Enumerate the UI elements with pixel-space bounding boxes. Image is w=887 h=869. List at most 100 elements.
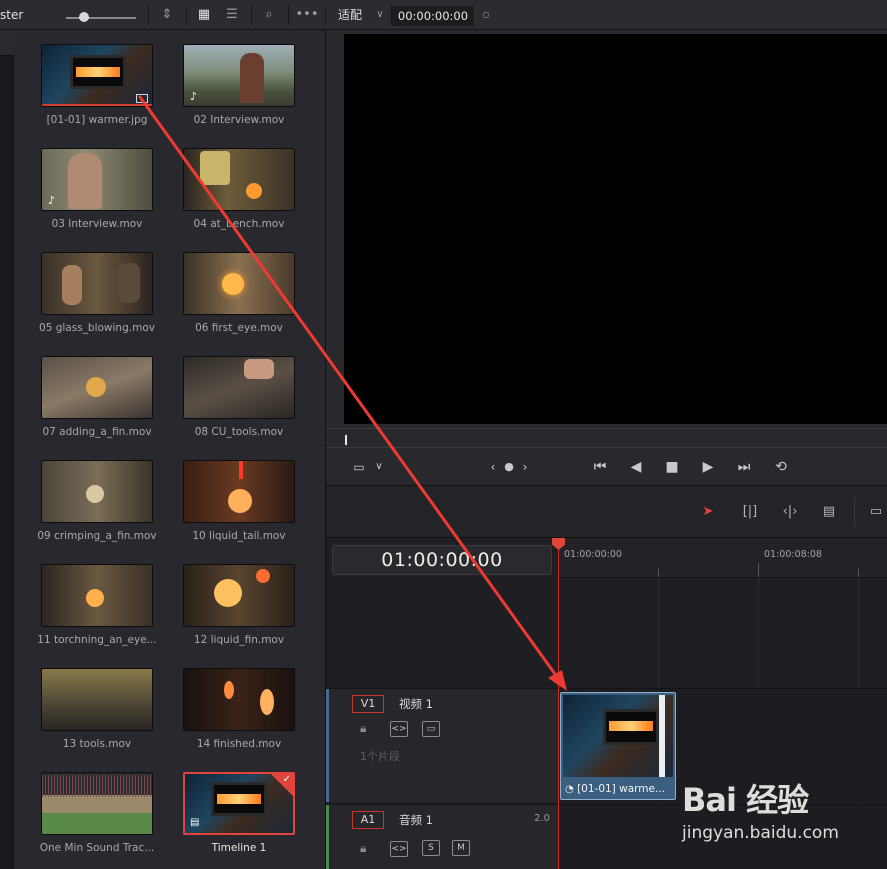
media-clip[interactable]: 11 torchning_an_eye... (33, 564, 161, 646)
media-clip[interactable]: 04 at_bench.mov (175, 148, 303, 230)
clip-name: 03 Interview.mov (51, 218, 143, 230)
media-clip[interactable]: ♪ 02 Interview.mov (175, 44, 303, 126)
clip-name: 04 at_bench.mov (193, 218, 285, 230)
watermark-url: jingyan.baidu.com (682, 823, 839, 843)
blade-tool-icon[interactable]: ▤ (816, 500, 842, 524)
track-enable-icon[interactable]: ▭ (422, 721, 440, 737)
clip-thumbnail (183, 460, 295, 523)
clip-name: 08 CU_tools.mov (194, 426, 284, 438)
clip-thumbnail (183, 148, 295, 211)
ruler-label: 01:00:08:08 (764, 549, 822, 560)
jog-right-icon[interactable]: › (518, 454, 532, 480)
lock-icon[interactable]: 🔒︎ (360, 841, 366, 856)
thumbnail-view-icon[interactable]: ▦ (193, 0, 215, 30)
scrubber-playhead[interactable] (345, 435, 347, 445)
media-pool: [01-01] warmer.jpg ♪ 02 Interview.mov ♪ … (14, 30, 325, 869)
viewer-mode-icon[interactable]: ▭ (348, 454, 370, 480)
clip-name: 14 finished.mov (196, 738, 282, 750)
viewer-panel: ▭ ∨ ‹ ● › ⏮ ◀ ■ ▶ ⏭ ⟲ (325, 30, 887, 485)
jog-dot-icon[interactable]: ● (502, 454, 516, 480)
track-color-bar (326, 689, 329, 802)
mute-button[interactable]: M (452, 840, 470, 856)
clip-thumbnail (183, 252, 295, 315)
watermark-logo: Bai 经验 (682, 781, 809, 819)
clip-thumbnail (183, 668, 295, 731)
clip-name: 02 Interview.mov (193, 114, 285, 126)
ruler-tick (858, 569, 859, 577)
track-name-a1[interactable]: 音频 1 (399, 812, 433, 828)
linked-clip-icon (136, 94, 148, 103)
chevron-down-icon[interactable]: ∨ (372, 454, 386, 480)
media-clip[interactable]: 10 liquid_tail.mov (175, 460, 303, 542)
viewer-scrubber[interactable] (326, 428, 887, 448)
selected-check-icon: ✓ (271, 774, 293, 796)
auto-select-icon[interactable]: <> (390, 841, 408, 857)
clip-thumbnail (563, 695, 673, 777)
zoom-select[interactable]: 适配 (338, 0, 362, 30)
media-clip[interactable]: 08 CU_tools.mov (175, 356, 303, 438)
more-options-icon[interactable]: ••• (295, 0, 319, 30)
clip-name: 05 glass_blowing.mov (39, 322, 155, 334)
dynamic-trim-icon[interactable]: ‹|› (776, 500, 804, 524)
timeline-playhead-line[interactable] (558, 538, 559, 869)
trim-tool-icon[interactable]: [|] (734, 500, 766, 524)
loop-icon[interactable]: ⟲ (770, 454, 792, 480)
clip-thumbnail (41, 252, 153, 315)
stop-icon[interactable]: ■ (662, 454, 682, 480)
reverse-play-icon[interactable]: ◀ (626, 454, 646, 480)
status-dot-icon: ○ (482, 10, 490, 19)
insert-clip-icon[interactable]: ▭ (864, 500, 887, 524)
media-clip[interactable]: 05 glass_blowing.mov (33, 252, 161, 334)
selection-tool-icon[interactable]: ➤ (698, 500, 718, 524)
timeline-video-clip[interactable]: ◔ [01-01] warme... (560, 692, 676, 800)
clip-thumbnail: ♪ (183, 44, 295, 107)
media-clip[interactable]: 13 tools.mov (33, 668, 161, 750)
audio-note-icon: ♪ (190, 90, 198, 103)
slider-knob[interactable] (79, 12, 89, 22)
skip-to-start-icon[interactable]: ⏮ (588, 454, 612, 480)
track-name-v1[interactable]: 视频 1 (399, 696, 433, 712)
jog-left-icon[interactable]: ‹ (486, 454, 500, 480)
media-clip[interactable]: 12 liquid_fin.mov (175, 564, 303, 646)
thumbnail-size-slider[interactable] (66, 17, 136, 19)
track-header-v1: V1 视频 1 🔒︎ <> ▭ 1个片段 (326, 688, 558, 802)
lock-icon[interactable]: 🔒︎ (360, 721, 366, 736)
timeline-ruler[interactable]: 01:00:00:00 01:00:08:08 (558, 538, 887, 578)
clip-name: 06 first_eye.mov (195, 322, 283, 334)
media-clip[interactable]: 09 crimping_a_fin.mov (33, 460, 161, 542)
list-view-icon[interactable]: ☰ (221, 0, 243, 30)
timeline-toolbar: ➤ [|] ‹|› ▤ ▭ (325, 485, 887, 537)
media-clip[interactable]: 14 finished.mov (175, 668, 303, 750)
clip-name: 10 liquid_tail.mov (192, 530, 286, 542)
media-clip[interactable]: One Min Sound Trac... (33, 772, 161, 854)
left-sidebar-strip (0, 30, 14, 869)
audio-waveform-thumbnail (41, 772, 153, 835)
viewer-screen[interactable] (344, 34, 887, 424)
media-clip[interactable]: ♪ 03 Interview.mov (33, 148, 161, 230)
track-id-a1[interactable]: A1 (352, 811, 384, 829)
sidebar-tab[interactable] (0, 30, 14, 56)
track-header-a1: A1 音频 1 2.0 🔒︎ <> S M (326, 804, 558, 869)
divider (186, 5, 187, 25)
clip-label-text: [01-01] warme... (577, 783, 665, 795)
ruler-label: 01:00:00:00 (564, 549, 622, 560)
media-clip[interactable]: 07 adding_a_fin.mov (33, 356, 161, 438)
sort-icon[interactable]: ⇕ (156, 0, 178, 30)
media-clip[interactable]: [01-01] warmer.jpg (33, 44, 161, 126)
divider (251, 5, 252, 25)
play-icon[interactable]: ▶ (698, 454, 718, 480)
media-clip[interactable]: 06 first_eye.mov (175, 252, 303, 334)
search-icon[interactable]: ⌕ (258, 0, 280, 30)
auto-select-icon[interactable]: <> (390, 721, 408, 737)
panel-title: ster (0, 8, 24, 22)
clip-thumbnail (183, 564, 295, 627)
skip-to-end-icon[interactable]: ⏭ (731, 454, 757, 480)
timeline-timecode[interactable]: 01:00:00:00 (332, 545, 552, 575)
top-toolbar: ster ⇕ ▦ ☰ ⌕ ••• 适配 ∨ 00:00:00:00 ○ (0, 0, 887, 30)
clip-name: [01-01] warmer.jpg (46, 114, 148, 126)
solo-button[interactable]: S (422, 840, 440, 856)
timeline-clip[interactable]: ▤ ✓ Timeline 1 (175, 772, 303, 854)
track-id-v1[interactable]: V1 (352, 695, 384, 713)
divider (288, 5, 289, 25)
chevron-down-icon[interactable]: ∨ (372, 0, 388, 30)
